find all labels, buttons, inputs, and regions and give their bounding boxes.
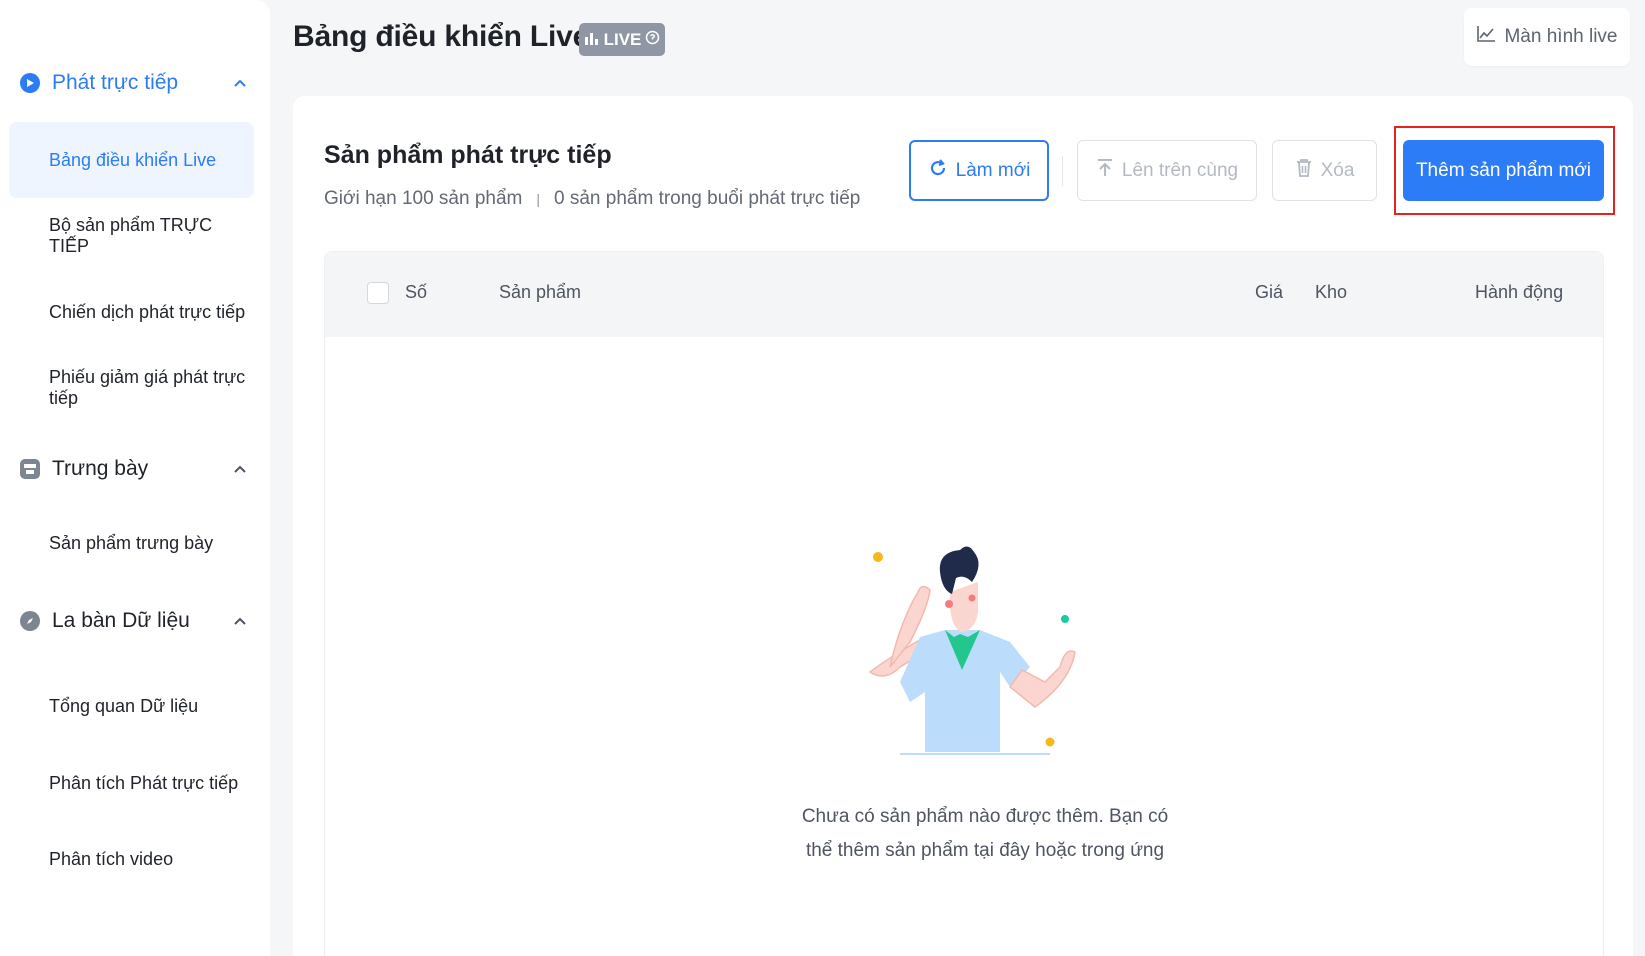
empty-state-line-1: Chưa có sản phẩm nào được thêm. Bạn có xyxy=(801,806,1169,827)
column-header-actions: Hành động xyxy=(1475,282,1564,302)
sidebar-item-showcase-products[interactable]: Sản phẩm trưng bày xyxy=(9,505,254,581)
live-badge[interactable]: LIVE xyxy=(579,23,665,56)
sidebar-section-label: Phát trực tiếp xyxy=(52,71,179,94)
play-circle-icon xyxy=(20,73,40,93)
column-header-price: Giá xyxy=(1255,282,1284,302)
help-circle-icon xyxy=(645,30,660,50)
chevron-up-icon xyxy=(230,611,250,631)
sidebar-section-live[interactable]: Phát trực tiếp xyxy=(20,66,250,100)
sidebar-item-data-overview[interactable]: Tổng quan Dữ liệu xyxy=(9,668,254,744)
sidebar-item-live-product-set[interactable]: Bộ sản phẩm TRỰC TIẾP xyxy=(9,198,254,274)
refresh-icon xyxy=(928,158,948,184)
column-header-stock: Kho xyxy=(1315,282,1348,302)
pin-to-top-label: Lên trên cùng xyxy=(1121,159,1239,181)
live-monitor-label: Màn hình live xyxy=(1504,26,1618,47)
compass-icon xyxy=(20,611,40,631)
product-count-text: 0 sản phẩm trong buổi phát trực tiếp xyxy=(554,188,861,209)
sidebar-section-label: La bàn Dữ liệu xyxy=(52,609,190,632)
sidebar-item-live-analytics[interactable]: Phân tích Phát trực tiếp xyxy=(9,745,254,821)
separator: | xyxy=(536,191,540,207)
empty-state-illustration xyxy=(860,542,1130,772)
empty-state-line-2: thể thêm sản phẩm tại đây hoặc trong ứng xyxy=(805,840,1165,861)
select-all-checkbox[interactable] xyxy=(367,282,389,304)
sidebar-item-live-dashboard[interactable]: Bảng điều khiển Live xyxy=(9,122,254,198)
sidebar-section-showcase[interactable]: Trưng bày xyxy=(20,452,250,486)
line-chart-icon xyxy=(1476,25,1496,49)
storefront-icon xyxy=(20,459,40,479)
column-header-number: Số xyxy=(405,282,428,302)
live-products-card: Sản phẩm phát trực tiếp Giới hạn 100 sản… xyxy=(293,96,1633,956)
sidebar-item-live-voucher[interactable]: Phiếu giảm giá phát trực tiếp xyxy=(9,350,254,426)
arrow-up-to-top-icon xyxy=(1096,158,1114,184)
trash-icon xyxy=(1295,158,1313,184)
pin-to-top-button[interactable]: Lên trên cùng xyxy=(1077,140,1257,201)
refresh-label: Làm mới xyxy=(955,159,1031,181)
card-subtitle: Giới hạn 100 sản phẩm | 0 sản phẩm trong… xyxy=(324,188,860,210)
divider xyxy=(1062,156,1063,186)
chevron-up-icon xyxy=(230,459,250,479)
sidebar-item-live-campaign[interactable]: Chiến dịch phát trực tiếp xyxy=(9,274,254,350)
bar-chart-icon xyxy=(584,30,600,50)
page-title: Bảng điều khiển Live xyxy=(293,20,590,53)
delete-label: Xóa xyxy=(1320,159,1355,181)
sidebar-item-video-analytics[interactable]: Phân tích video xyxy=(9,821,254,897)
live-badge-label: LIVE xyxy=(603,29,642,49)
sidebar-section-data-compass[interactable]: La bàn Dữ liệu xyxy=(20,604,250,638)
refresh-button[interactable]: Làm mới xyxy=(909,140,1049,201)
delete-button[interactable]: Xóa xyxy=(1272,140,1377,201)
product-limit-text: Giới hạn 100 sản phẩm xyxy=(324,188,523,209)
chevron-up-icon xyxy=(230,73,250,93)
column-header-product: Sản phẩm xyxy=(499,282,582,302)
add-new-product-button[interactable]: Thêm sản phẩm mới xyxy=(1403,140,1604,201)
card-title: Sản phẩm phát trực tiếp xyxy=(324,141,612,169)
products-table: Số Sản phẩm Giá Kho Hành động Chưa có sả… xyxy=(324,251,1604,956)
sidebar: Phát trực tiếp Bảng điều khiển Live Bộ s… xyxy=(0,0,270,956)
live-monitor-button[interactable]: Màn hình live xyxy=(1464,8,1630,66)
sidebar-section-label: Trưng bày xyxy=(52,457,149,480)
table-header: Số Sản phẩm Giá Kho Hành động xyxy=(325,252,1603,337)
empty-state-message: Chưa có sản phẩm nào được thêm. Bạn có t… xyxy=(785,800,1185,868)
